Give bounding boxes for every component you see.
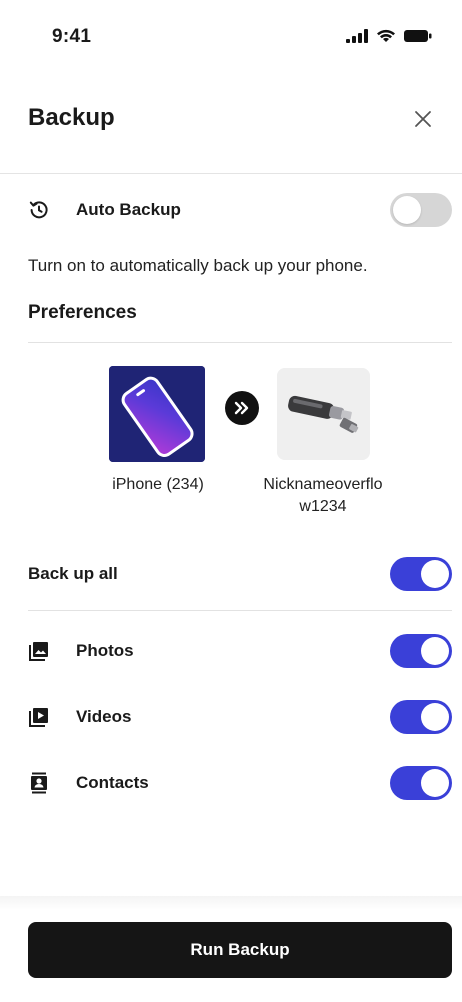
list-item-videos: Videos [28,700,452,734]
double-chevron-right-icon [225,391,259,425]
target-device-tile[interactable] [277,368,370,460]
preferences-title: Preferences [28,302,137,323]
photos-toggle[interactable] [390,634,452,668]
status-bar: 9:41 [0,0,462,70]
cellular-signal-icon [346,28,368,48]
toggle-knob [421,637,449,665]
close-button[interactable] [410,106,436,132]
contacts-icon [28,772,50,794]
source-device-tile[interactable] [109,366,205,462]
photos-label: Photos [76,641,134,660]
battery-icon [404,29,432,48]
status-icons [346,28,432,48]
bottom-divider [0,896,462,910]
wifi-icon [376,28,396,48]
videos-icon [28,706,50,728]
photos-icon [28,640,50,662]
page-title: Backup [28,104,115,131]
header: Backup [0,86,462,174]
videos-label: Videos [76,707,132,726]
target-device-name: Nicknameoverflow1234 [263,476,383,515]
history-icon [28,199,50,221]
phone-icon [109,366,205,462]
toggle-knob [421,769,449,797]
videos-toggle[interactable] [390,700,452,734]
toggle-knob [393,196,421,224]
backup-screen: 9:41 Backup Auto Backup Turn on to autom… [0,0,462,1002]
toggle-knob [421,703,449,731]
preferences-divider [28,342,452,343]
list-item-photos: Photos [28,634,452,668]
auto-backup-row: Auto Backup [28,193,452,227]
list-item-contacts: Contacts [28,766,452,800]
backup-all-row: Back up all [28,557,452,591]
backup-all-toggle[interactable] [390,557,452,591]
source-device-name: iPhone (234) [112,476,204,493]
contacts-label: Contacts [76,773,149,792]
close-icon [415,111,431,127]
auto-backup-description: Turn on to automatically back up your ph… [28,256,368,275]
contacts-toggle[interactable] [390,766,452,800]
backup-all-divider [28,610,452,611]
toggle-knob [421,560,449,588]
status-time: 9:41 [52,26,92,47]
backup-all-label: Back up all [28,564,118,583]
auto-backup-toggle[interactable] [390,193,452,227]
run-backup-button[interactable]: Run Backup [28,922,452,978]
auto-backup-label: Auto Backup [76,200,181,219]
usb-drive-icon [277,368,370,460]
